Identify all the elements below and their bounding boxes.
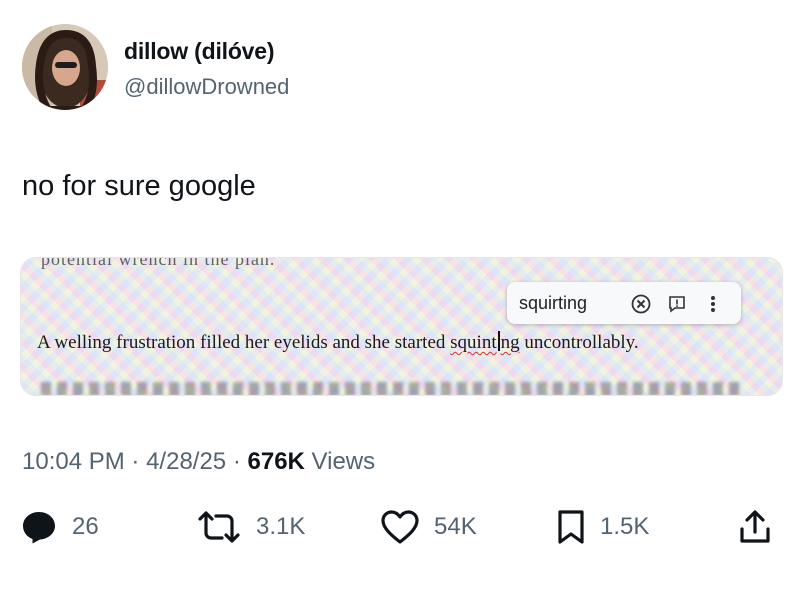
display-name[interactable]: dillow (dilóve) (124, 38, 275, 65)
avatar-image (22, 24, 108, 110)
like-icon (381, 510, 419, 544)
bookmark-icon (558, 510, 584, 544)
tweet-time[interactable]: 10:04 PM (22, 448, 125, 475)
bookmark-count: 1.5K (600, 513, 650, 540)
share-button[interactable] (738, 509, 772, 545)
tweet-date[interactable]: 4/28/25 (146, 448, 226, 475)
misspelled-word-part-1: squint (450, 332, 497, 353)
tweet-text: no for sure google (22, 170, 256, 202)
separator: · (232, 448, 241, 475)
sentence-before: A welling frustration filled her eyelids… (37, 332, 451, 353)
tweet-media-image[interactable]: potential wrench in the plan. squirting … (20, 257, 783, 396)
avatar[interactable] (22, 24, 108, 110)
views-count: 676K (247, 448, 305, 475)
reply-button[interactable]: 26 (20, 509, 99, 545)
tweet-meta: 10:04 PM · 4/28/25 · 676K Views (22, 448, 375, 476)
like-count: 54K (434, 513, 477, 540)
reply-icon (23, 512, 55, 544)
user-handle[interactable]: @dillowDrowned (124, 74, 289, 100)
repost-count: 3.1K (256, 513, 306, 540)
document-text-cutoff (41, 382, 741, 395)
document-text-top: potential wrench in the plan. (41, 257, 276, 269)
repost-button[interactable]: 3.1K (196, 509, 305, 545)
views-label: Views (311, 448, 376, 475)
reply-count: 26 (72, 513, 99, 540)
share-icon (740, 510, 770, 543)
spellcheck-suggestion-popup: squirting (507, 282, 741, 324)
like-button[interactable]: 54K (380, 509, 477, 545)
sentence-after: uncontrollably. (519, 332, 639, 353)
dismiss-x-icon[interactable] (631, 294, 651, 314)
repost-icon (198, 511, 240, 543)
separator: · (131, 448, 140, 475)
suggestion-word[interactable]: squirting (519, 293, 587, 314)
feedback-icon[interactable] (667, 294, 687, 314)
misspelled-word[interactable]: squint ng (450, 331, 520, 353)
document-sentence: A welling frustration filled her eyelids… (37, 331, 639, 354)
bookmark-button[interactable]: 1.5K (556, 509, 649, 545)
misspelled-word-part-2: ng (500, 332, 520, 353)
text-caret (497, 331, 500, 351)
more-vertical-icon[interactable] (707, 294, 719, 314)
